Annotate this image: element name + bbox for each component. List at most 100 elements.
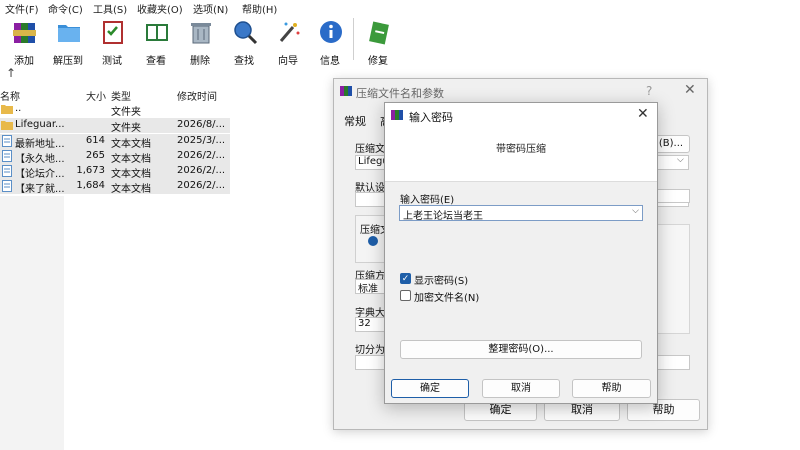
column-header-type[interactable]: 类型: [111, 88, 131, 103]
book-icon: [146, 24, 168, 41]
chevron-down-icon[interactable]: ⌵: [677, 155, 684, 165]
file-name: 最新地址...: [15, 139, 65, 150]
file-name: 【论坛介...: [15, 169, 65, 180]
file-modified: 2026/8/...: [177, 119, 226, 130]
file-name: ..: [15, 103, 22, 114]
file-name: 【来了就...: [15, 184, 65, 195]
menu-commands[interactable]: 命令(C): [48, 1, 83, 16]
file-row[interactable]: 【永久地... 265 文本文档 2026/2/...: [0, 149, 230, 165]
find-label: 查找: [234, 56, 254, 67]
add-button[interactable]: 添加: [0, 19, 48, 67]
file-modified: 2026/2/...: [177, 150, 226, 161]
test-label: 测试: [102, 56, 122, 67]
file-row[interactable]: 【论坛介... 1,673 文本文档 2026/2/...: [0, 164, 230, 180]
menu-options[interactable]: 选项(N): [193, 1, 228, 16]
file-row[interactable]: 【来了就... 1,684 文本文档 2026/2/...: [0, 179, 230, 195]
dialog-title: 压缩文件名和参数: [356, 87, 444, 100]
help-icon[interactable]: ?: [646, 84, 652, 98]
winrar-icon: [340, 86, 352, 96]
menu-favorites[interactable]: 收藏夹(O): [137, 1, 183, 16]
info-label: 信息: [320, 56, 340, 67]
file-name: 【永久地...: [15, 154, 65, 165]
close-icon[interactable]: ✕: [684, 82, 696, 98]
repair-button[interactable]: 修复: [354, 19, 402, 67]
wizard-label: 向导: [278, 56, 298, 67]
encrypt-names-label: 加密文件名(N): [414, 293, 480, 304]
password-value: 上老王论坛当老王: [403, 211, 483, 222]
repair-label: 修复: [368, 56, 388, 67]
chevron-down-icon[interactable]: ⌵: [632, 206, 639, 216]
trash-icon: [191, 23, 211, 44]
file-type: 文本文档: [111, 169, 151, 180]
folder-icon: [1, 105, 13, 114]
up-arrow-icon[interactable]: ↑: [6, 66, 16, 80]
column-header-size[interactable]: 大小: [86, 88, 106, 103]
file-size: 265: [85, 150, 105, 161]
ok-button[interactable]: 确定: [391, 379, 469, 398]
winrar-icon: [391, 110, 403, 120]
text-document-icon: [2, 180, 12, 192]
password-dialog: 输入密码 ✕ 带密码压缩 输入密码(E) 上老王论坛当老王 ⌵ ✓ 显示密码(S…: [384, 102, 658, 404]
text-document-icon: [2, 135, 12, 147]
file-type: 文件夹: [111, 107, 141, 118]
toolbar: 添加 解压到 测试 查看 删除 查找 向导 信息 修复: [0, 15, 800, 67]
profile-dropdown[interactable]: [657, 189, 690, 203]
test-button[interactable]: 测试: [88, 19, 136, 67]
show-password-checkbox[interactable]: ✓: [400, 273, 411, 284]
file-row[interactable]: Lifeguar... 文件夹 2026/8/...: [0, 118, 230, 134]
options-group: [657, 224, 690, 334]
magnifier-icon: [234, 21, 258, 45]
extract-label: 解压到: [53, 56, 83, 67]
text-document-icon: [2, 150, 12, 162]
file-size: 1,673: [76, 165, 105, 176]
file-size: 614: [85, 135, 105, 146]
show-password-label: 显示密码(S): [414, 276, 469, 287]
extract-button[interactable]: 解压到: [44, 19, 92, 67]
find-button[interactable]: 查找: [220, 19, 268, 67]
folder-icon: [58, 25, 80, 42]
text-document-icon: [2, 165, 12, 177]
file-type: 文本文档: [111, 154, 151, 165]
file-row[interactable]: 最新地址... 614 文本文档 2025/3/...: [0, 134, 230, 150]
magic-wand-icon: [279, 22, 300, 42]
cancel-button[interactable]: 取消: [482, 379, 560, 398]
view-button[interactable]: 查看: [132, 19, 180, 67]
column-header-name[interactable]: 名称: [0, 88, 20, 103]
delete-label: 删除: [190, 56, 210, 67]
file-row[interactable]: .. 文件夹: [0, 102, 230, 118]
column-header-modified[interactable]: 修改时间: [177, 88, 217, 103]
info-button[interactable]: 信息: [306, 19, 354, 67]
wizard-button[interactable]: 向导: [264, 19, 312, 67]
file-type: 文件夹: [111, 123, 141, 134]
side-pane: [0, 196, 64, 450]
right-input[interactable]: [657, 355, 690, 370]
close-icon[interactable]: ✕: [637, 106, 649, 122]
view-label: 查看: [146, 56, 166, 67]
info-icon: [320, 21, 342, 43]
menu-file[interactable]: 文件(F): [5, 1, 39, 16]
file-modified: 2025/3/...: [177, 135, 226, 146]
add-label: 添加: [14, 56, 34, 67]
repair-kit-icon: [369, 21, 389, 45]
tab-general[interactable]: 常规: [344, 113, 366, 129]
help-button[interactable]: 帮助: [572, 379, 651, 398]
file-type: 文本文档: [111, 139, 151, 150]
encrypt-names-checkbox[interactable]: [400, 290, 411, 301]
organize-passwords-button[interactable]: 整理密码(O)...: [400, 340, 642, 359]
dialog-title: 输入密码: [409, 111, 453, 124]
archive-books-icon: [13, 23, 36, 43]
folder-icon: [1, 121, 13, 130]
file-type: 文本文档: [111, 184, 151, 195]
checklist-icon: [103, 21, 123, 44]
menu-help[interactable]: 帮助(H): [242, 1, 277, 16]
delete-button[interactable]: 删除: [176, 19, 224, 67]
file-name: Lifeguar...: [15, 119, 65, 130]
file-modified: 2026/2/...: [177, 180, 226, 191]
menu-tools[interactable]: 工具(S): [93, 1, 127, 16]
menu-bar: 文件(F) 命令(C) 工具(S) 收藏夹(O) 选项(N) 帮助(H): [0, 0, 800, 16]
format-radio[interactable]: [368, 236, 378, 246]
file-size: 1,684: [76, 180, 105, 191]
password-label: 输入密码(E): [400, 195, 455, 206]
password-input[interactable]: 上老王论坛当老王 ⌵: [399, 205, 643, 222]
dialog-header: 带密码压缩: [385, 127, 657, 182]
